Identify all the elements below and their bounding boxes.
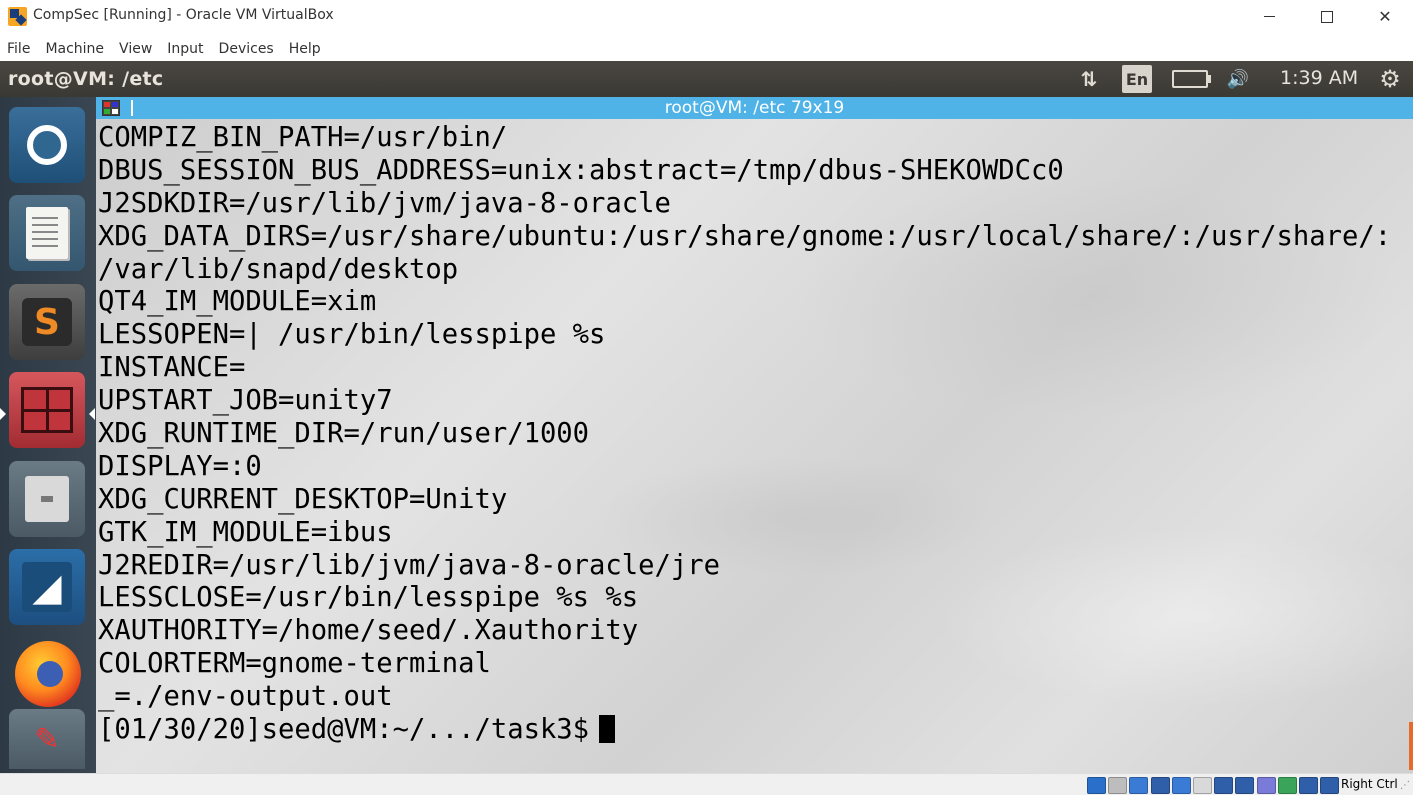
menu-help[interactable]: Help bbox=[281, 35, 329, 61]
virtualization-icon[interactable] bbox=[1277, 777, 1297, 794]
network-icon[interactable] bbox=[1150, 777, 1170, 794]
terminal-line: DBUS_SESSION_BUS_ADDRESS=unix:abstract=/… bbox=[98, 154, 1064, 186]
display-icon[interactable] bbox=[1214, 777, 1234, 794]
text-editor-icon bbox=[26, 207, 68, 259]
keyboard-capture-icon[interactable] bbox=[1320, 777, 1340, 794]
terminal-icon bbox=[21, 387, 73, 433]
shell-prompt: [01/30/20]seed@VM:~/.../task3$ bbox=[98, 714, 590, 746]
network-indicator-icon[interactable]: ⇅ bbox=[1075, 66, 1103, 92]
panel-window-title: root@VM: /etc bbox=[8, 68, 164, 90]
host-key-label: Right Ctrl bbox=[1341, 777, 1398, 791]
active-app-arrow-icon bbox=[0, 408, 6, 420]
host-window-title: CompSec [Running] - Oracle VM VirtualBox bbox=[33, 7, 334, 23]
terminal-prompt-line[interactable]: [01/30/20]seed@VM:~/.../task3$ bbox=[98, 714, 1408, 747]
terminal-window[interactable]: root@VM: /etc 79x19 COMPIZ_BIN_PATH=/usr… bbox=[96, 97, 1413, 773]
terminal-line: XDG_RUNTIME_DIR=/run/user/1000 bbox=[98, 418, 590, 450]
host-menubar: File Machine View Input Devices Help bbox=[0, 35, 328, 61]
launcher-wireshark[interactable]: ◢ bbox=[9, 549, 85, 625]
window-edge-accent bbox=[1409, 722, 1413, 770]
optical-drive-icon[interactable] bbox=[1108, 777, 1128, 794]
panel-clock[interactable]: 1:39 AM bbox=[1280, 67, 1358, 89]
sublime-text-icon: S bbox=[22, 298, 72, 346]
terminal-line: DISPLAY=:0 bbox=[98, 450, 262, 482]
wireshark-icon: ◢ bbox=[22, 562, 72, 612]
keyboard-language-indicator[interactable]: En bbox=[1122, 65, 1152, 93]
launcher-text-editor[interactable] bbox=[9, 195, 85, 271]
terminal-line: COLORTERM=gnome-terminal bbox=[98, 648, 491, 680]
terminal-line: /var/lib/snapd/desktop bbox=[98, 253, 459, 285]
volume-icon[interactable]: 🔊 bbox=[1222, 66, 1254, 92]
launcher-ubuntu-dash[interactable] bbox=[9, 107, 85, 183]
terminal-line: LESSCLOSE=/usr/bin/lesspipe %s %s bbox=[98, 582, 639, 614]
menu-machine[interactable]: Machine bbox=[37, 35, 112, 61]
launcher-sublime-text[interactable]: S bbox=[9, 284, 85, 360]
settings-icon: ✎ bbox=[34, 721, 60, 757]
terminal-line: J2REDIR=/usr/lib/jvm/java-8-oracle/jre bbox=[98, 549, 720, 581]
terminal-line: GTK_IM_MODULE=ibus bbox=[98, 516, 393, 548]
terminal-line: INSTANCE= bbox=[98, 352, 246, 384]
minimize-icon bbox=[1263, 16, 1275, 17]
terminal-line: J2SDKDIR=/usr/lib/jvm/java-8-oracle bbox=[98, 187, 671, 219]
audio-icon[interactable] bbox=[1129, 777, 1149, 794]
menu-file[interactable]: File bbox=[0, 35, 38, 61]
close-button[interactable]: ✕ bbox=[1356, 0, 1413, 33]
recording-icon[interactable] bbox=[1235, 777, 1255, 794]
vm-status-bar: Right Ctrl ⋰ bbox=[0, 773, 1413, 795]
terminal-title-bar: root@VM: /etc 79x19 bbox=[96, 97, 1413, 119]
maximize-icon bbox=[1321, 10, 1333, 23]
battery-icon[interactable] bbox=[1170, 66, 1211, 92]
hard-disk-icon[interactable] bbox=[1087, 777, 1106, 794]
launcher-system-settings[interactable]: ✎ bbox=[9, 709, 85, 769]
terminal-line: UPSTART_JOB=unity7 bbox=[98, 385, 393, 417]
shared-folders-icon[interactable] bbox=[1193, 777, 1212, 794]
text-cursor bbox=[599, 715, 616, 744]
terminal-line: XDG_CURRENT_DESKTOP=Unity bbox=[98, 483, 508, 515]
host-title-bar: CompSec [Running] - Oracle VM VirtualBox… bbox=[0, 0, 1413, 33]
terminal-line: _=./env-output.out bbox=[98, 681, 393, 713]
terminal-line: LESSOPEN=| /usr/bin/lesspipe %s bbox=[98, 319, 606, 351]
ubuntu-logo-icon bbox=[27, 125, 67, 165]
mouse-integration-icon[interactable] bbox=[1299, 777, 1318, 794]
firefox-icon bbox=[15, 641, 81, 707]
menu-devices[interactable]: Devices bbox=[211, 35, 282, 61]
system-gear-icon[interactable]: ⚙ bbox=[1376, 65, 1404, 93]
terminal-line: QT4_IM_MODULE=xim bbox=[98, 286, 377, 318]
terminal-output[interactable]: COMPIZ_BIN_PATH=/usr/bin/ DBUS_SESSION_B… bbox=[98, 122, 1408, 747]
terminal-line: XDG_DATA_DIRS=/usr/share/ubuntu:/usr/sha… bbox=[98, 220, 1392, 252]
terminal-line: XAUTHORITY=/home/seed/.Xauthority bbox=[98, 615, 639, 647]
unity-launcher: S ◢ ✎ bbox=[0, 97, 96, 773]
launcher-files[interactable] bbox=[9, 461, 85, 537]
launcher-firefox[interactable] bbox=[9, 637, 85, 713]
files-icon bbox=[25, 476, 69, 522]
virtualbox-app-icon bbox=[8, 7, 27, 26]
minimize-button[interactable] bbox=[1240, 0, 1298, 33]
launcher-terminal[interactable] bbox=[9, 372, 85, 448]
resize-grip-icon[interactable]: ⋰ bbox=[1400, 780, 1410, 791]
cpu-icon[interactable] bbox=[1256, 777, 1276, 794]
focused-window-arrow-icon bbox=[89, 408, 95, 420]
maximize-button[interactable] bbox=[1298, 0, 1356, 33]
close-icon: ✕ bbox=[1378, 7, 1392, 26]
menu-input[interactable]: Input bbox=[159, 35, 211, 61]
terminal-line: COMPIZ_BIN_PATH=/usr/bin/ bbox=[98, 122, 508, 153]
menu-view[interactable]: View bbox=[111, 35, 160, 61]
terminal-title: root@VM: /etc 79x19 bbox=[664, 98, 845, 118]
usb-icon[interactable] bbox=[1171, 777, 1191, 794]
ubuntu-top-panel: root@VM: /etc ⇅ En 🔊 1:39 AM ⚙ bbox=[0, 61, 1413, 97]
